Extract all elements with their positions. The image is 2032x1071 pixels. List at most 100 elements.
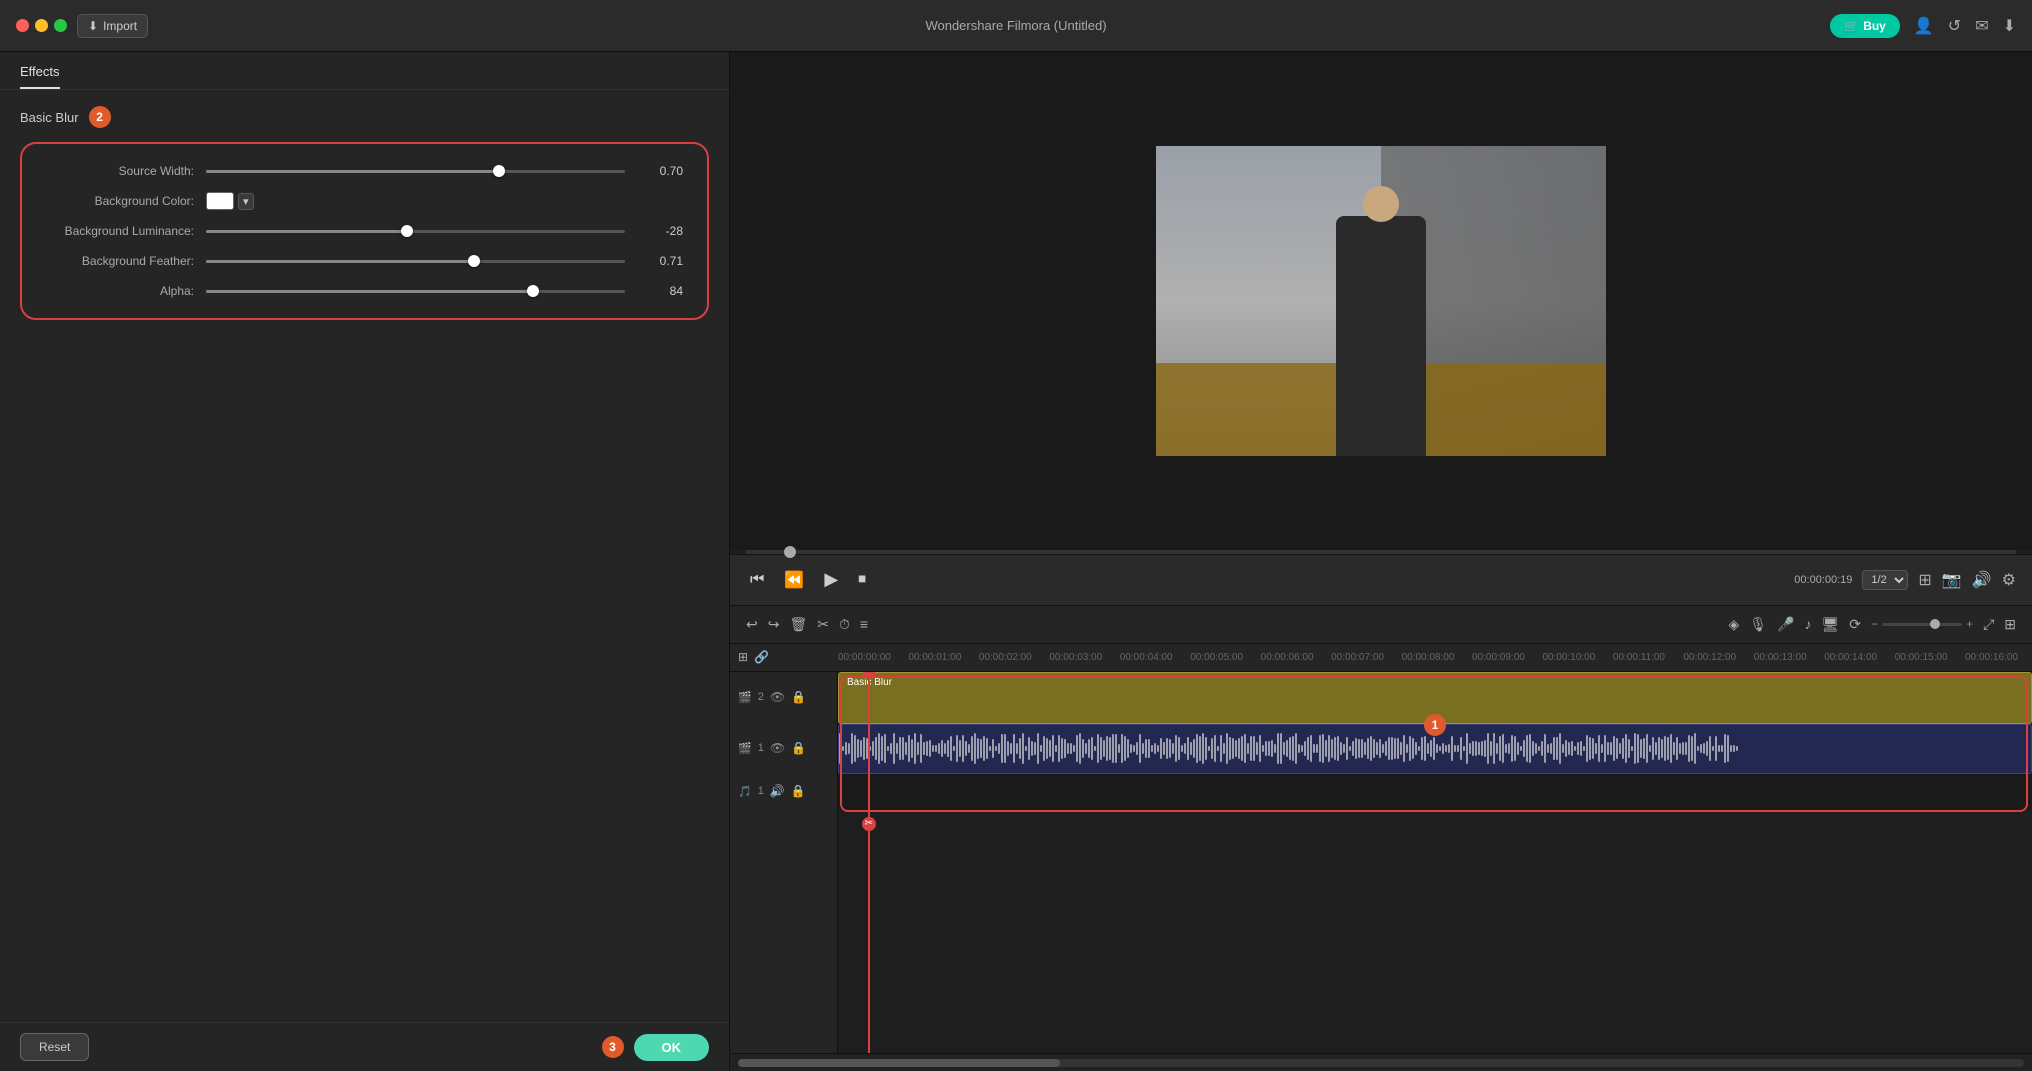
person-figure	[1336, 216, 1426, 456]
zoom-slider[interactable]	[1882, 623, 1962, 626]
playhead-marker: ✂	[868, 817, 876, 831]
scrollbar-thumb[interactable]	[738, 1059, 1060, 1067]
effects-tab-label[interactable]: Effects	[20, 64, 60, 89]
time-0: 00:00:00:00	[838, 652, 891, 663]
ok-button[interactable]: OK	[634, 1034, 710, 1061]
volume-icon[interactable]: 🔊	[1972, 570, 1992, 590]
reset-button[interactable]: Reset	[20, 1033, 89, 1061]
track1-lock[interactable]: 🔒	[791, 741, 806, 755]
background-color-row: Background Color: ▾	[46, 192, 683, 210]
source-width-label: Source Width:	[46, 164, 206, 178]
background-luminance-value: -28	[635, 224, 683, 238]
motion-icon[interactable]: ◈	[1729, 616, 1740, 633]
frame-back-button[interactable]: ⏪	[780, 568, 808, 592]
cut-button[interactable]: ✂	[817, 616, 829, 633]
time-11: 00:00:11:00	[1613, 652, 1665, 663]
undo-button[interactable]: ↩	[746, 616, 758, 633]
buy-button[interactable]: 🛒 Buy	[1830, 14, 1900, 38]
list-button[interactable]: ≡	[860, 616, 868, 632]
traffic-lights	[16, 19, 67, 32]
time-5: 00:00:05:00	[1190, 652, 1243, 663]
close-button[interactable]	[16, 19, 29, 32]
refresh-icon[interactable]: ↺	[1948, 16, 1961, 36]
maximize-button[interactable]	[54, 19, 67, 32]
alpha-slider[interactable]	[206, 282, 625, 300]
background-luminance-slider[interactable]	[206, 222, 625, 240]
fit-icon[interactable]: ⤢	[1983, 616, 1994, 633]
cart-icon: 🛒	[1844, 19, 1859, 33]
download-icon[interactable]: ⬇	[2003, 16, 2016, 36]
source-width-slider[interactable]	[206, 162, 625, 180]
color-dropdown[interactable]: ▾	[238, 193, 254, 210]
timeline-ruler-row: ⊞ 🔗 00:00:00:00 00:00:01:00 00:00:02:00 …	[730, 644, 2032, 672]
effects-tab: Effects	[0, 52, 729, 90]
badge-1: 1	[1424, 714, 1446, 736]
main-layout: Effects Basic Blur 2 Source Width:	[0, 52, 2032, 1071]
loop-icon[interactable]: ⟳	[1849, 616, 1861, 633]
playhead-marker-icon: ✂	[865, 818, 873, 829]
screenshot-icon[interactable]: 📷	[1942, 570, 1962, 590]
track1-label: 🎬 1 👁 🔒	[730, 724, 837, 774]
params-box: Source Width: 0.70 Background Color: ▾	[20, 142, 709, 320]
play-button[interactable]: ▶	[820, 567, 842, 592]
effects-panel: Effects Basic Blur 2 Source Width:	[0, 52, 730, 1071]
timeline-tool-group-left: ↩ ↪ 🗑 ✂ ⏱ ≡	[746, 616, 868, 633]
user-icon[interactable]: 👤	[1914, 16, 1934, 36]
source-width-row: Source Width: 0.70	[46, 162, 683, 180]
time-2: 00:00:02:00	[979, 652, 1032, 663]
track2-icon: 🎬	[738, 691, 752, 704]
track2-lock[interactable]: 🔒	[791, 690, 806, 704]
delete-button[interactable]: 🗑	[789, 616, 807, 633]
background-color-label: Background Color:	[46, 194, 206, 208]
track-controls-header: ⊞ 🔗	[730, 650, 838, 664]
music-icon[interactable]: ♪	[1805, 616, 1812, 632]
playhead-head	[863, 672, 875, 678]
horizontal-scrollbar[interactable]	[738, 1059, 2024, 1067]
preview-progress[interactable]	[746, 550, 2016, 554]
background-feather-slider[interactable]	[206, 252, 625, 270]
fullscreen-icon[interactable]: ⊞	[1918, 570, 1931, 590]
track1-eye[interactable]: 👁	[770, 741, 785, 755]
stop-button[interactable]: ⏹	[854, 569, 870, 591]
time-9: 00:00:09:00	[1472, 652, 1525, 663]
import-button[interactable]: ⬇ Import	[77, 14, 148, 38]
time-6: 00:00:06:00	[1261, 652, 1314, 663]
audio-track-row	[838, 774, 2032, 810]
basic-blur-title: Basic Blur 2	[20, 106, 709, 128]
settings-icon[interactable]: ⚙	[2002, 570, 2016, 590]
bottom-bar	[730, 1053, 2032, 1071]
mail-icon[interactable]: ✉	[1975, 16, 1988, 36]
audio-lock[interactable]: 🔒	[791, 784, 806, 798]
add-track-button[interactable]: ⊞	[738, 650, 748, 664]
clock-button[interactable]: ⏱	[839, 616, 850, 633]
color-swatch[interactable]	[206, 192, 234, 210]
time-display: 00:00:00:19	[1794, 574, 1852, 586]
skip-back-button[interactable]: ⏮	[746, 569, 768, 591]
effects-footer: Reset 3 OK	[0, 1022, 729, 1071]
ok-btn-wrapper: 3 OK	[602, 1034, 710, 1061]
titlebar-right: 🛒 Buy 👤 ↺ ✉ ⬇	[1830, 14, 2016, 38]
track-labels: 🎬 2 👁 🔒 🎬 1 👁 🔒 🎵 1 🔊	[730, 672, 838, 1054]
background-feather-value: 0.71	[635, 254, 683, 268]
playhead[interactable]	[868, 672, 870, 1054]
right-section: ⏮ ⏪ ▶ ⏹ 00:00:00:19 1/2 ⊞ 📷 🔊 ⚙ ↩ ↪	[730, 52, 2032, 1071]
time-15: 00:00:15:00	[1895, 652, 1948, 663]
track2-label: 🎬 2 👁 🔒	[730, 672, 837, 724]
alpha-row: Alpha: 84	[46, 282, 683, 300]
minimize-button[interactable]	[35, 19, 48, 32]
redo-button[interactable]: ↪	[768, 616, 780, 633]
audio-eye[interactable]: 🔊	[770, 784, 785, 798]
voice-icon[interactable]: 🎙	[1749, 616, 1767, 633]
time-13: 00:00:13:00	[1754, 652, 1807, 663]
zoom-thumb[interactable]	[1930, 619, 1940, 629]
preview-progress-thumb[interactable]	[784, 546, 796, 558]
quality-select[interactable]: 1/2	[1862, 570, 1908, 590]
link-button[interactable]: 🔗	[754, 650, 769, 664]
mic-icon[interactable]: 🎤	[1777, 616, 1794, 633]
basic-blur-label: Basic Blur	[20, 110, 79, 125]
grid-icon[interactable]: ⊞	[2004, 616, 2016, 633]
screen-icon[interactable]: 🖥	[1822, 616, 1840, 633]
track2-eye[interactable]: 👁	[770, 690, 785, 704]
time-1: 00:00:01:00	[908, 652, 961, 663]
tracks-canvas: 1 ✂ Basic Blur	[838, 672, 2032, 1054]
